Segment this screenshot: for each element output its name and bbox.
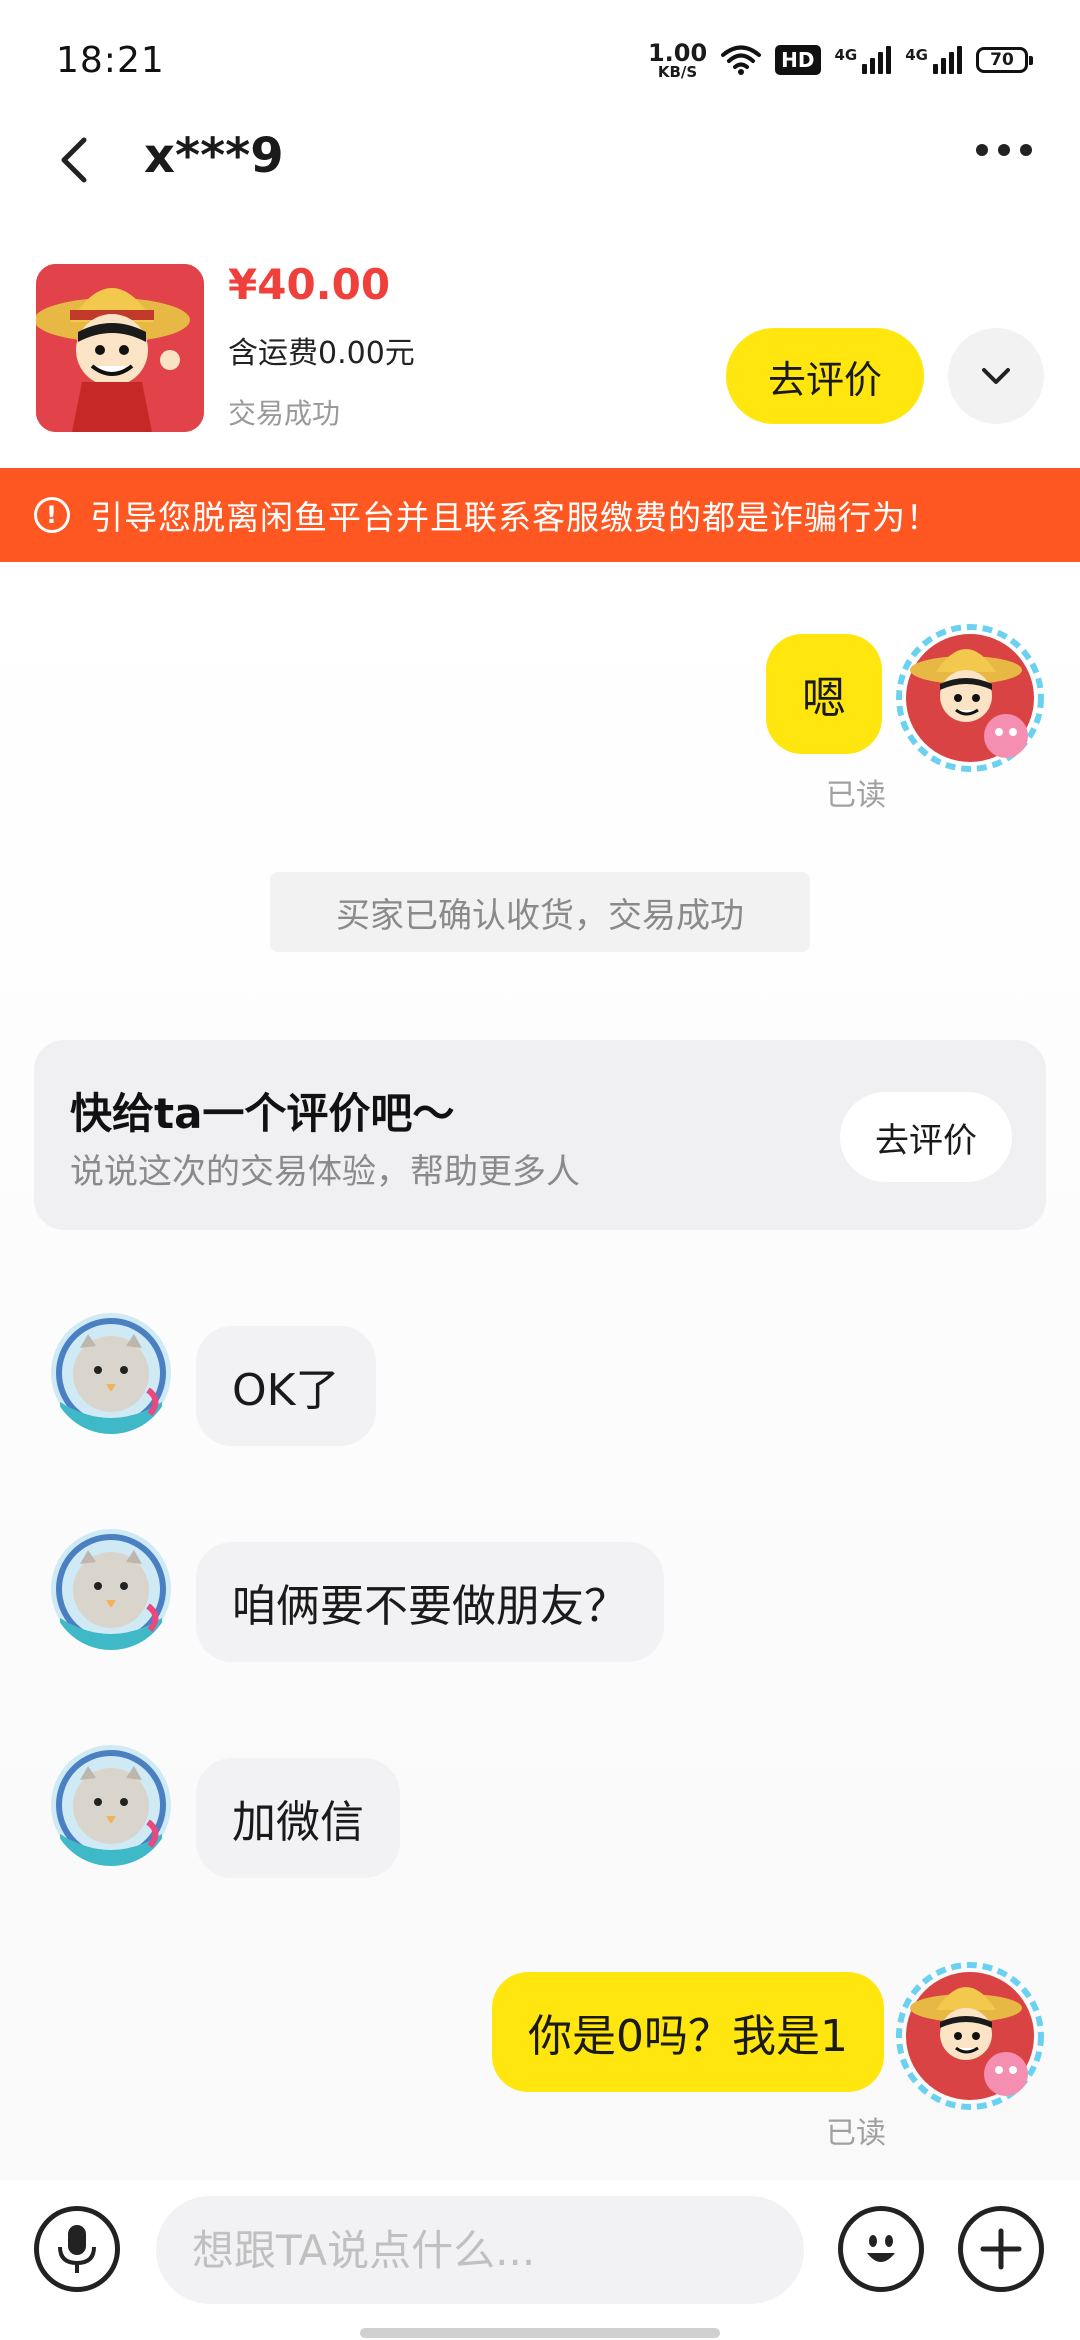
home-indicator bbox=[360, 2328, 720, 2338]
product-price: ¥40.00 bbox=[228, 260, 391, 309]
message-bubble[interactable]: 嗯 bbox=[766, 634, 882, 754]
warning-text: 引导您脱离闲鱼平台并且联系客服缴费的都是诈骗行为！ bbox=[90, 498, 940, 537]
read-status: 已读 bbox=[826, 2116, 886, 2151]
message-bubble[interactable]: OK了 bbox=[196, 1326, 376, 1446]
more-dots-icon[interactable] bbox=[976, 144, 1032, 156]
fraud-warning-banner: ! 引导您脱离闲鱼平台并且联系客服缴费的都是诈骗行为！ bbox=[0, 468, 1080, 562]
status-icons: 1.00 KB/S HD 4G 4G 70 bbox=[648, 41, 1033, 80]
chat-area[interactable]: 嗯 已读 买家已确认收货，交易成功 快给ta一个评价吧～ 说说这次的交易体验，帮… bbox=[0, 562, 1080, 2180]
message-bubble[interactable]: 你是0吗？我是1 bbox=[492, 1972, 884, 2092]
page-title: x***9 bbox=[144, 128, 284, 184]
review-prompt-card: 快给ta一个评价吧～ 说说这次的交易体验，帮助更多人 去评价 bbox=[34, 1040, 1046, 1230]
nav-bar: x***9 bbox=[0, 120, 1080, 200]
system-message: 买家已确认收货，交易成功 bbox=[270, 872, 810, 952]
network-speed-unit: KB/S bbox=[657, 62, 698, 81]
message-input[interactable] bbox=[156, 2196, 804, 2304]
trade-status: 交易成功 bbox=[228, 397, 341, 430]
battery-icon: 70 bbox=[976, 47, 1033, 73]
signal-icon: 4G bbox=[905, 46, 962, 74]
status-time: 18:21 bbox=[56, 39, 165, 81]
product-card: ¥40.00 含运费0.00元 交易成功 去评价 bbox=[0, 200, 1080, 468]
review-card-button[interactable]: 去评价 bbox=[840, 1092, 1012, 1182]
shipping-fee: 含运费0.00元 bbox=[228, 336, 415, 371]
wifi-icon bbox=[721, 45, 762, 75]
status-bar: 18:21 1.00 KB/S HD 4G 4G 70 bbox=[0, 0, 1080, 120]
message-bubble[interactable]: 咱俩要不要做朋友？ bbox=[196, 1542, 664, 1662]
input-bar bbox=[0, 2180, 1080, 2340]
microphone-icon[interactable] bbox=[34, 2206, 120, 2292]
my-avatar[interactable] bbox=[896, 1962, 1044, 2110]
chevron-left-icon[interactable] bbox=[52, 136, 100, 184]
network-speed: 1.00 KB/S bbox=[648, 41, 707, 80]
message-bubble[interactable]: 加微信 bbox=[196, 1758, 400, 1878]
plus-icon[interactable] bbox=[958, 2206, 1044, 2292]
chevron-down-icon[interactable] bbox=[948, 328, 1044, 424]
other-user-avatar[interactable] bbox=[50, 1312, 172, 1434]
emoji-icon[interactable] bbox=[838, 2206, 924, 2292]
signal-icon: 4G bbox=[835, 46, 892, 74]
other-user-avatar[interactable] bbox=[50, 1744, 172, 1866]
hd-icon: HD bbox=[775, 45, 821, 75]
review-button[interactable]: 去评价 bbox=[726, 328, 924, 424]
network-speed-value: 1.00 bbox=[647, 38, 708, 67]
review-prompt-title: 快给ta一个评价吧～ bbox=[70, 1089, 455, 1138]
other-user-avatar[interactable] bbox=[50, 1528, 172, 1650]
product-image[interactable] bbox=[36, 264, 204, 432]
exclamation-icon: ! bbox=[34, 497, 70, 533]
my-avatar[interactable] bbox=[896, 624, 1044, 772]
review-prompt-subtitle: 说说这次的交易体验，帮助更多人 bbox=[70, 1152, 580, 1192]
read-status: 已读 bbox=[826, 778, 886, 813]
